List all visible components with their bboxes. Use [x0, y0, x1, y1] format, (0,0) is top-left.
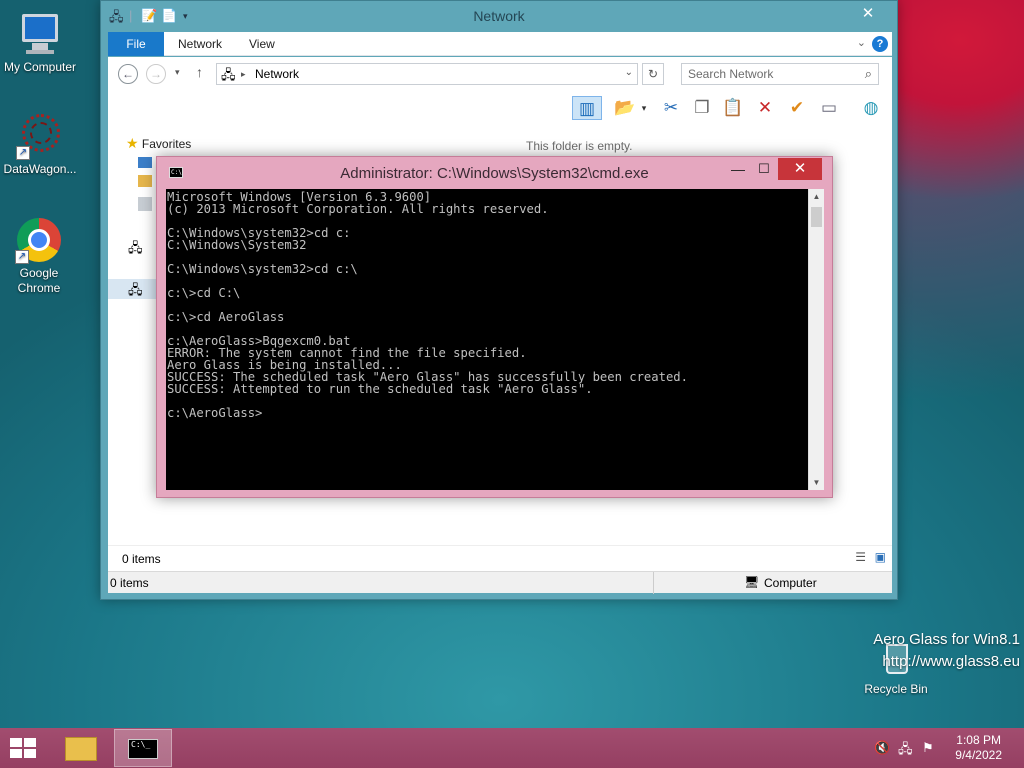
- clock[interactable]: 1:08 PM 9/4/2022: [955, 733, 1002, 763]
- address-text: Network: [255, 67, 300, 81]
- chrome-icon: ↗: [15, 216, 63, 264]
- search-icon: ⌕: [864, 66, 872, 81]
- scroll-down-icon[interactable]: ▼: [809, 475, 824, 490]
- copy-icon[interactable]: ❐: [689, 96, 715, 120]
- back-button[interactable]: ←: [118, 64, 138, 84]
- computer-icon: [16, 10, 64, 58]
- network-tray-icon[interactable]: 🖧: [898, 740, 913, 762]
- cmd-window: C:\ Administrator: C:\Windows\System32\c…: [156, 156, 833, 498]
- taskbar: C:\_ 🔇 🖧 ⚑ 1:08 PM 9/4/2022: [0, 728, 1024, 768]
- desktop-icon-label: DataWagon...: [3, 162, 77, 176]
- search-input[interactable]: Search Network ⌕: [681, 63, 879, 85]
- recent-locations-icon[interactable]: ▾: [175, 67, 180, 78]
- taskbar-cmd[interactable]: C:\_: [114, 729, 172, 767]
- rename-icon[interactable]: ▭: [816, 96, 842, 120]
- items-count: 0 items: [122, 552, 161, 566]
- details-view-icon[interactable]: ☰: [855, 550, 866, 564]
- explorer-titlebar[interactable]: 🖧 | 📝 📄 ▾ Network ✕: [101, 1, 897, 31]
- console-line: SUCCESS: Attempted to run the scheduled …: [167, 382, 593, 396]
- checkmark-icon[interactable]: ✔: [784, 96, 810, 120]
- console-line: C:\Windows\System32: [167, 238, 307, 252]
- shortcut-arrow-icon: ↗: [16, 146, 30, 160]
- console-output[interactable]: Microsoft Windows [Version 6.3.9600] (c) …: [166, 189, 808, 490]
- network-icon: 🖧: [128, 282, 143, 297]
- star-icon: ★: [126, 135, 139, 151]
- console-line: C:\Windows\system32>cd c:\: [167, 262, 358, 276]
- console-line: c:\>cd AeroGlass: [167, 310, 285, 324]
- address-bar[interactable]: 🖧 ▸ Network ⌄: [216, 63, 638, 85]
- start-button[interactable]: [10, 738, 38, 760]
- close-button[interactable]: ✕: [778, 158, 822, 180]
- console-line: c:\>cd C:\: [167, 286, 241, 300]
- cmd-titlebar[interactable]: C:\ Administrator: C:\Windows\System32\c…: [157, 157, 832, 187]
- network-icon: 🖧: [221, 67, 236, 82]
- close-button[interactable]: ✕: [853, 4, 883, 24]
- action-center-icon[interactable]: ⚑: [922, 740, 934, 756]
- desktop-icon-label: My Computer: [3, 60, 77, 74]
- desktop-icon-label: Recycle Bin: [864, 682, 928, 696]
- tab-view[interactable]: View: [241, 32, 283, 56]
- tab-file[interactable]: File: [108, 32, 164, 56]
- datawagon-icon: ↗: [16, 112, 64, 160]
- close-icon: ✕: [793, 160, 807, 177]
- console-line: (c) 2013 Microsoft Corporation. All righ…: [167, 202, 549, 216]
- volume-muted-icon[interactable]: 🔇: [874, 740, 890, 756]
- recent-places-icon[interactable]: [138, 197, 152, 211]
- navigation-pane-icon[interactable]: ▥: [572, 96, 602, 120]
- shortcut-arrow-icon: ↗: [15, 250, 29, 264]
- chevron-down-icon[interactable]: ▾: [638, 96, 650, 120]
- chevron-right-icon: ▸: [241, 69, 246, 79]
- forward-button[interactable]: →: [146, 64, 166, 84]
- nav-favorites[interactable]: ★ Favorites: [126, 135, 191, 152]
- paste-icon[interactable]: 📋: [720, 96, 746, 120]
- desktop-icon-datawagon[interactable]: ↗ DataWagon...: [0, 112, 80, 177]
- computer-icon: 🖥: [744, 575, 760, 589]
- window-title: Network: [473, 8, 525, 24]
- watermark-url: http://www.glass8.eu: [882, 653, 1020, 670]
- ribbon-tabs: File Network View ⌄ ?: [108, 32, 892, 56]
- desktop-icon-google-chrome[interactable]: ↗ Google Chrome: [0, 216, 78, 296]
- clock-date: 9/4/2022: [955, 748, 1002, 762]
- expand-ribbon-icon[interactable]: ⌄: [857, 36, 866, 49]
- delete-icon[interactable]: ✕: [752, 96, 778, 120]
- close-icon: ✕: [861, 5, 875, 22]
- nav-network-selected[interactable]: 🖧: [108, 279, 156, 299]
- globe-icon[interactable]: ◍: [858, 96, 884, 120]
- desktop-icon-label: Google Chrome: [17, 266, 61, 295]
- minimize-button[interactable]: —: [726, 161, 750, 181]
- scroll-up-icon[interactable]: ▲: [809, 189, 824, 204]
- cut-icon[interactable]: ✂: [658, 96, 684, 120]
- vertical-scrollbar[interactable]: ▲ ▼: [808, 189, 824, 490]
- homegroup-icon[interactable]: 🖧: [128, 239, 143, 261]
- folder-check-icon[interactable]: 📂: [612, 96, 638, 120]
- watermark-title: Aero Glass for Win8.1: [873, 631, 1020, 648]
- status-bar: 0 items ☰ ▣: [108, 545, 892, 571]
- clock-time: 1:08 PM: [956, 733, 1001, 747]
- taskbar-file-explorer[interactable]: [52, 729, 110, 767]
- console-line: c:\AeroGlass>: [167, 406, 263, 420]
- large-icons-view-icon[interactable]: ▣: [875, 550, 886, 564]
- maximize-button[interactable]: ☐: [752, 161, 776, 181]
- items-count: 0 items: [110, 576, 149, 590]
- scroll-thumb[interactable]: [811, 207, 822, 227]
- tab-network[interactable]: Network: [170, 32, 230, 56]
- help-icon[interactable]: ?: [872, 36, 888, 52]
- up-arrow-icon[interactable]: ↑: [196, 64, 203, 80]
- chevron-down-icon[interactable]: ⌄: [625, 67, 633, 78]
- desktop-icon[interactable]: [138, 157, 152, 168]
- cmd-icon: C:\_: [128, 739, 158, 759]
- navigation-bar: ← → ▾ ↑ 🖧 ▸ Network ⌄ ↻ Search Network ⌕: [108, 57, 892, 91]
- search-placeholder: Search Network: [688, 67, 774, 81]
- desktop-icon-my-computer[interactable]: My Computer: [0, 10, 80, 75]
- status-bar-bottom: 0 items 🖥 Computer: [108, 571, 892, 594]
- folder-icon: [65, 737, 97, 761]
- refresh-button[interactable]: ↻: [642, 63, 664, 85]
- empty-folder-message: This folder is empty.: [526, 139, 633, 153]
- toolbar: ▥ 📂 ▾ ✂ ❐ 📋 ✕ ✔ ▭ ◍: [108, 91, 892, 125]
- downloads-folder-icon[interactable]: [138, 175, 152, 187]
- location-zone: Computer: [764, 576, 817, 590]
